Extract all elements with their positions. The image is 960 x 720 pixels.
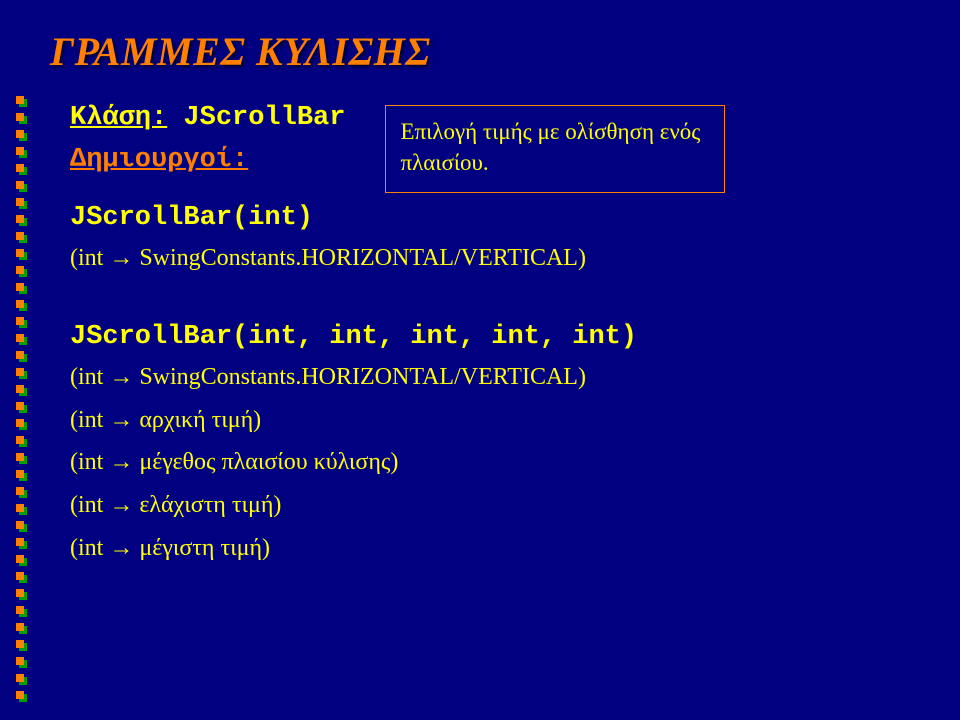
param-desc: SwingConstants.HORIZONTAL/VERTICAL) <box>139 245 586 271</box>
arrow-icon: → <box>109 534 133 561</box>
description-box: Επιλογή τιμής με ολίσθηση ενός πλαισίου. <box>385 105 725 193</box>
param-desc: SwingConstants.HORIZONTAL/VERTICAL) <box>139 364 586 390</box>
constructor-2-param-1: (int → SwingConstants.HORIZONTAL/VERTICA… <box>70 360 960 395</box>
bullet-icon <box>16 436 27 447</box>
bullet-icon <box>16 572 27 583</box>
arrow-icon: → <box>109 491 133 518</box>
bullet-icon <box>16 351 27 362</box>
bullet-icon <box>16 589 27 600</box>
param-desc: ελάχιστη τιμή) <box>139 492 281 518</box>
param-prefix: (int <box>70 407 103 433</box>
bullet-icon <box>16 113 27 124</box>
bullet-icon <box>16 657 27 668</box>
bullet-icon <box>16 606 27 617</box>
class-line: Κλάση: JScrollBar <box>70 103 345 133</box>
param-desc: αρχική τιμή) <box>139 407 261 433</box>
bullet-icon <box>16 691 27 702</box>
constructor-1-param-1: (int → SwingConstants.HORIZONTAL/VERTICA… <box>70 241 960 276</box>
param-prefix: (int <box>70 245 103 271</box>
class-label: Κλάση: <box>70 103 167 133</box>
bullet-icon <box>16 249 27 260</box>
bullet-icon <box>16 96 27 107</box>
bullet-icon <box>16 419 27 430</box>
arrow-icon: → <box>109 244 133 271</box>
param-prefix: (int <box>70 364 103 390</box>
bullet-icon <box>16 181 27 192</box>
param-desc: μέγεθος πλαισίου κύλισης) <box>139 449 398 475</box>
arrow-icon: → <box>109 363 133 390</box>
bullet-icon <box>16 130 27 141</box>
param-prefix: (int <box>70 492 103 518</box>
bullet-icon <box>16 521 27 532</box>
bullet-icon <box>16 164 27 175</box>
bullet-icon <box>16 147 27 158</box>
constructor-2-param-5: (int → μέγιστη τιμή) <box>70 531 960 566</box>
param-desc: μέγιστη τιμή) <box>139 535 270 561</box>
arrow-icon: → <box>109 406 133 433</box>
bullet-icon <box>16 504 27 515</box>
constructor-signature-2: JScrollBar(int, int, int, int, int) <box>70 322 960 352</box>
bullet-icon <box>16 470 27 481</box>
bullet-icon <box>16 555 27 566</box>
constructor-signature-1: JScrollBar(int) <box>70 203 960 233</box>
arrow-icon: → <box>109 448 133 475</box>
bullet-icon <box>16 538 27 549</box>
slide-title: ΓΡΑΜΜΕΣ ΚΥΛΙΣΗΣ <box>50 28 960 75</box>
bullet-icon <box>16 640 27 651</box>
bullet-icon <box>16 674 27 685</box>
param-prefix: (int <box>70 535 103 561</box>
slide-bullets <box>16 96 27 702</box>
bullet-icon <box>16 368 27 379</box>
constructors-heading: Δημιουργοί: <box>70 145 345 175</box>
constructor-2-param-4: (int → ελάχιστη τιμή) <box>70 488 960 523</box>
bullet-icon <box>16 198 27 209</box>
bullet-icon <box>16 232 27 243</box>
class-name: JScrollBar <box>183 103 345 133</box>
bullet-icon <box>16 215 27 226</box>
bullet-icon <box>16 453 27 464</box>
bullet-icon <box>16 300 27 311</box>
bullet-icon <box>16 623 27 634</box>
bullet-icon <box>16 334 27 345</box>
constructor-2-param-2: (int → αρχική τιμή) <box>70 403 960 438</box>
bullet-icon <box>16 487 27 498</box>
slide-content: Κλάση: JScrollBar Δημιουργοί: Επιλογή τι… <box>50 103 960 566</box>
bullet-icon <box>16 283 27 294</box>
bullet-icon <box>16 402 27 413</box>
bullet-icon <box>16 266 27 277</box>
constructor-2-param-3: (int → μέγεθος πλαισίου κύλισης) <box>70 445 960 480</box>
bullet-icon <box>16 317 27 328</box>
param-prefix: (int <box>70 449 103 475</box>
bullet-icon <box>16 385 27 396</box>
